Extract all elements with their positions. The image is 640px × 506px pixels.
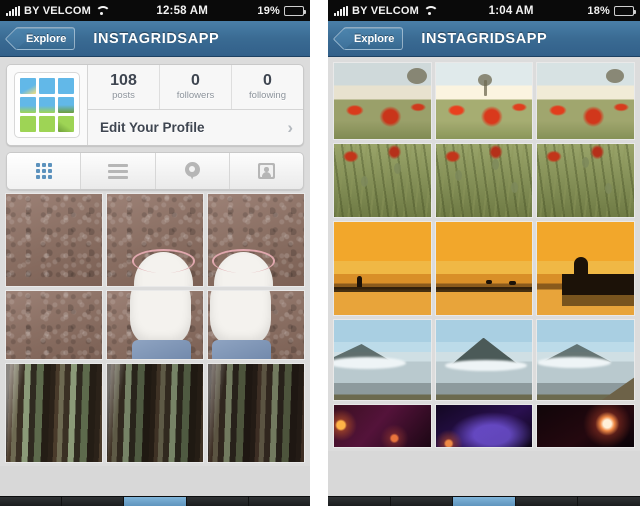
bottom-tab-explore[interactable] <box>62 497 125 506</box>
right-photo-grid <box>328 57 640 451</box>
view-tabbar <box>6 152 304 190</box>
wifi-icon <box>95 6 107 16</box>
grid-view-tab[interactable] <box>7 153 82 189</box>
left-phone-screen: BY VELCOM 12:58 AM 19% Explore INSTAGRID… <box>0 0 310 506</box>
photo-cell[interactable] <box>536 221 635 316</box>
photo-cell[interactable] <box>333 319 432 401</box>
photo-cell[interactable] <box>333 62 432 140</box>
carrier-label: BY VELCOM <box>24 4 91 17</box>
location-pin-icon <box>184 161 200 181</box>
left-bottom-tabbar <box>0 496 310 506</box>
right-status-bar: BY VELCOM 1:04 AM 18% <box>328 0 640 21</box>
photo-cell[interactable] <box>106 363 204 463</box>
photo-cell[interactable] <box>434 143 534 218</box>
explore-back-label: Explore <box>26 32 67 45</box>
stat-following[interactable]: 0 following <box>232 65 303 109</box>
right-nav-bar: Explore INSTAGRIDSAPP <box>328 21 640 57</box>
bottom-tab-camera[interactable] <box>453 497 516 506</box>
signal-bars-icon <box>334 5 348 16</box>
photo-cell[interactable] <box>5 363 103 463</box>
page-title: INSTAGRIDSAPP <box>421 30 548 47</box>
photo-cell[interactable] <box>106 290 204 360</box>
photo-cell[interactable] <box>333 221 432 316</box>
status-clock: 1:04 AM <box>488 4 534 17</box>
right-bottom-tabbar <box>328 496 640 506</box>
map-view-tab[interactable] <box>156 153 230 189</box>
photo-cell[interactable] <box>536 319 635 401</box>
profile-header-section: 108 posts 0 followers 0 following Edit Y… <box>0 57 310 152</box>
left-nav-bar: Explore INSTAGRIDSAPP <box>0 21 310 57</box>
photo-cell[interactable] <box>207 363 305 463</box>
left-status-bar: BY VELCOM 12:58 AM 19% <box>0 0 310 21</box>
photo-cell[interactable] <box>536 62 635 140</box>
bottom-tab-camera[interactable] <box>124 497 187 506</box>
battery-icon <box>284 5 306 16</box>
signal-bars-icon <box>6 5 20 16</box>
person-frame-icon <box>257 163 275 179</box>
explore-back-label: Explore <box>354 32 395 45</box>
following-count: 0 <box>263 72 272 90</box>
battery-percent-label: 18% <box>587 4 610 17</box>
photo-cell[interactable] <box>207 290 305 360</box>
bottom-tab-news[interactable] <box>187 497 249 506</box>
photo-cell[interactable] <box>207 193 305 287</box>
photo-cell[interactable] <box>434 62 534 140</box>
list-icon <box>107 163 128 179</box>
photo-cell[interactable] <box>434 404 534 448</box>
grid-icon <box>35 163 52 179</box>
followers-count: 0 <box>191 72 200 90</box>
photo-cell[interactable] <box>434 221 534 316</box>
dual-phone-screenshots: BY VELCOM 12:58 AM 19% Explore INSTAGRID… <box>0 0 640 506</box>
view-tabbar-section <box>0 152 310 190</box>
photo-cell[interactable] <box>106 193 204 287</box>
bottom-tab-profile[interactable] <box>578 497 640 506</box>
photo-cell[interactable] <box>536 143 635 218</box>
photo-cell[interactable] <box>536 404 635 448</box>
profile-stats-row: 108 posts 0 followers 0 following <box>88 65 303 110</box>
screen-divider <box>310 0 328 506</box>
photo-cell[interactable] <box>333 143 432 218</box>
explore-back-button[interactable]: Explore <box>15 27 76 50</box>
battery-percent-label: 19% <box>257 4 280 17</box>
following-label: following <box>249 89 286 101</box>
status-clock: 12:58 AM <box>156 4 209 17</box>
photo-cell[interactable] <box>333 404 432 448</box>
bottom-tab-profile[interactable] <box>249 497 310 506</box>
edit-profile-button[interactable]: Edit Your Profile › <box>88 110 303 145</box>
stat-posts[interactable]: 108 posts <box>88 65 160 109</box>
photo-cell[interactable] <box>5 290 103 360</box>
bottom-tab-feed[interactable] <box>0 497 63 506</box>
list-view-tab[interactable] <box>81 153 156 189</box>
stat-followers[interactable]: 0 followers <box>160 65 232 109</box>
edit-profile-label: Edit Your Profile <box>100 120 205 135</box>
photo-cell[interactable] <box>5 193 103 287</box>
chevron-right-icon: › <box>287 118 293 137</box>
left-photo-grid <box>0 190 310 466</box>
explore-back-button[interactable]: Explore <box>343 27 404 50</box>
wifi-icon <box>423 6 435 16</box>
battery-icon <box>614 5 636 16</box>
tagged-photos-tab[interactable] <box>230 153 303 189</box>
right-phone-screen: BY VELCOM 1:04 AM 18% Explore INSTAGRIDS… <box>328 0 640 506</box>
bottom-tab-news[interactable] <box>516 497 579 506</box>
followers-label: followers <box>176 89 215 101</box>
posts-count: 108 <box>110 72 137 90</box>
bottom-tab-explore[interactable] <box>391 497 454 506</box>
bottom-tab-feed[interactable] <box>328 497 391 506</box>
profile-card: 108 posts 0 followers 0 following Edit Y… <box>6 64 304 146</box>
posts-label: posts <box>112 89 135 101</box>
page-title: INSTAGRIDSAPP <box>93 30 220 47</box>
carrier-label: BY VELCOM <box>352 4 419 17</box>
photo-cell[interactable] <box>434 319 534 401</box>
avatar-cell[interactable] <box>7 65 88 145</box>
profile-grid-avatar[interactable] <box>14 72 80 138</box>
